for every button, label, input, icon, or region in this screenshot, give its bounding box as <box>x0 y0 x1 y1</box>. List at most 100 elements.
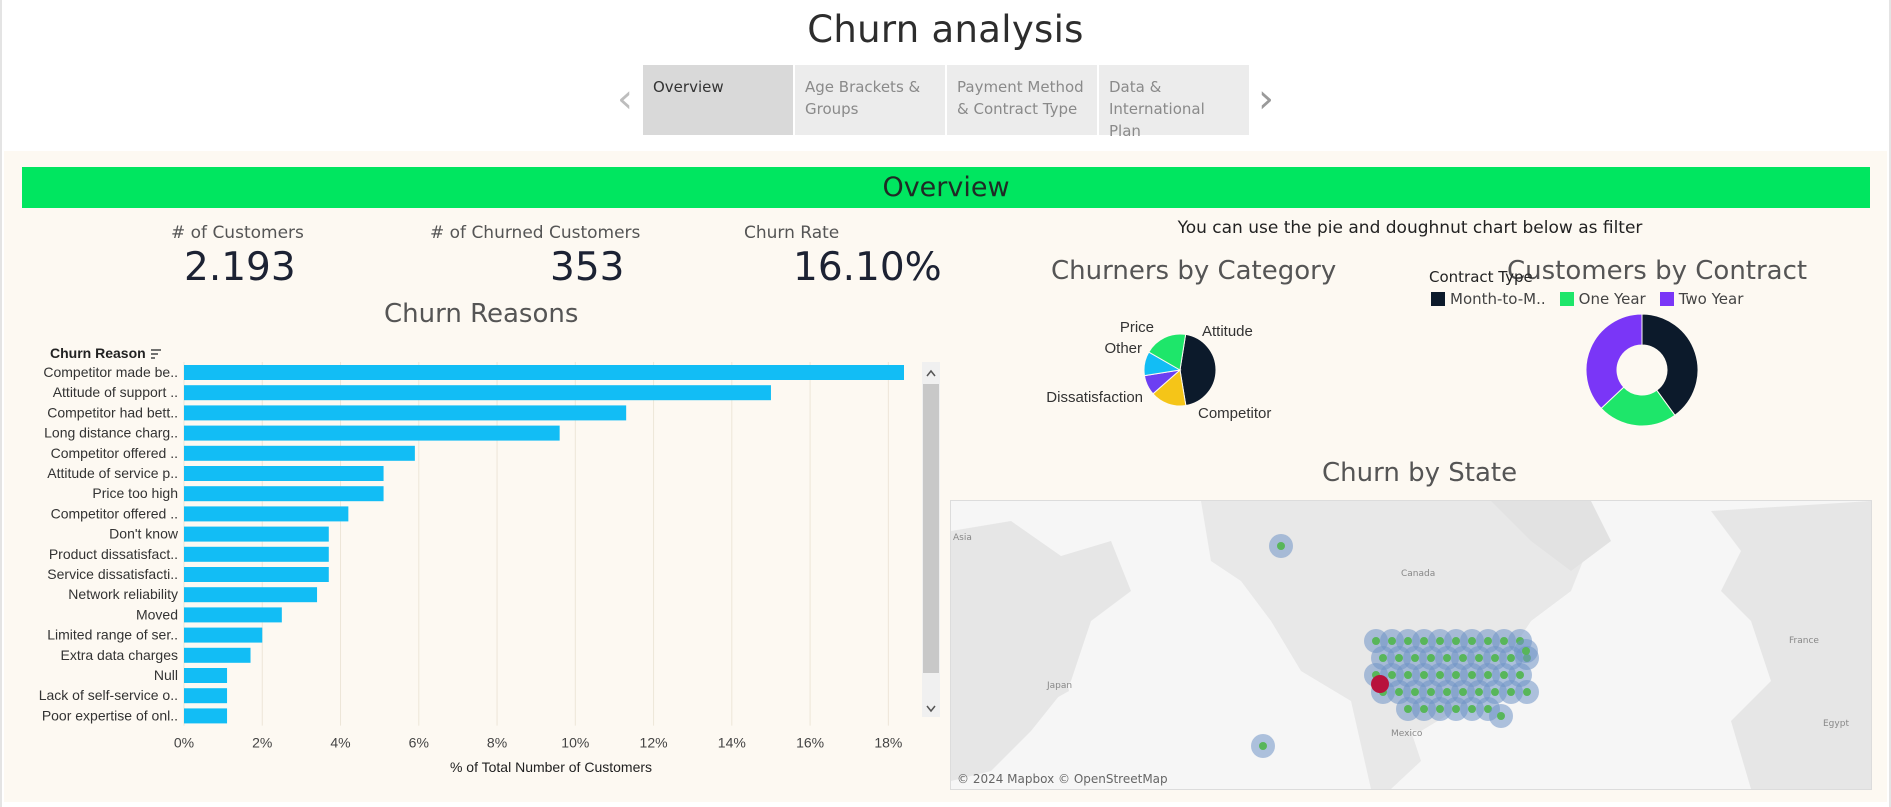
state-marker[interactable] <box>1459 688 1467 696</box>
legend-item-one-year[interactable]: One Year <box>1559 290 1646 308</box>
churn-reason-header[interactable]: Churn Reason <box>50 345 146 361</box>
state-marker[interactable] <box>1411 688 1419 696</box>
category-slice-label: Dissatisfaction <box>1046 389 1143 406</box>
legend-label: One Year <box>1578 290 1646 308</box>
state-marker[interactable] <box>1452 671 1460 679</box>
state-marker[interactable] <box>1388 637 1396 645</box>
state-marker[interactable] <box>1484 637 1492 645</box>
churn-reason-bar[interactable] <box>184 688 228 704</box>
state-marker[interactable] <box>1522 647 1530 655</box>
state-marker[interactable] <box>1452 705 1460 713</box>
state-marker[interactable] <box>1468 705 1476 713</box>
churners-by-category-pie[interactable]: Competitor Dissatisfaction Other Price Attit… <box>1030 310 1310 440</box>
state-marker[interactable] <box>1452 637 1460 645</box>
category-slice[interactable] <box>1179 333 1217 407</box>
churn-reason-bar[interactable] <box>184 708 228 724</box>
state-marker[interactable] <box>1395 688 1403 696</box>
state-marker[interactable] <box>1468 637 1476 645</box>
kpi-churn-rate-value: 16.10% <box>793 245 942 290</box>
legend-label: Month-to-M.. <box>1450 290 1546 308</box>
state-marker[interactable] <box>1427 688 1435 696</box>
state-marker[interactable] <box>1277 542 1285 550</box>
churn-by-state-map[interactable]: Canada Japan Mexico France Egypt Asia © … <box>950 500 1872 790</box>
churn-reason-bar[interactable] <box>184 385 771 401</box>
vertical-scrollbar[interactable] <box>922 362 940 717</box>
category-label: Don't know <box>109 526 179 542</box>
sort-icon[interactable] <box>151 349 161 359</box>
legend-swatch <box>1659 292 1674 306</box>
state-marker[interactable] <box>1475 654 1483 662</box>
state-marker[interactable] <box>1497 712 1505 720</box>
contract-title: Customers by Contract <box>1507 256 1808 286</box>
churn-reason-bar[interactable] <box>184 546 329 562</box>
tab-scroll-right-icon[interactable]: › <box>1251 79 1281 120</box>
kpi-churned-value: 353 <box>550 245 625 290</box>
churn-reason-bar[interactable] <box>184 506 349 522</box>
state-marker[interactable] <box>1516 671 1524 679</box>
state-marker[interactable] <box>1443 688 1451 696</box>
churn-reason-bar[interactable] <box>184 587 318 603</box>
map-attribution[interactable]: © 2024 Mapbox © OpenStreetMap <box>957 772 1168 786</box>
state-marker[interactable] <box>1436 705 1444 713</box>
churn-reason-bar[interactable] <box>184 445 415 461</box>
state-marker[interactable] <box>1459 654 1467 662</box>
window-border-left <box>0 0 2 807</box>
map-canvas[interactable] <box>951 501 1871 789</box>
state-marker[interactable] <box>1475 688 1483 696</box>
churn-reason-bar[interactable] <box>184 567 329 582</box>
churn-reason-bar[interactable] <box>184 486 384 502</box>
kpi-customers-label: # of Customers <box>171 223 304 243</box>
state-marker[interactable] <box>1420 705 1428 713</box>
state-marker[interactable] <box>1420 637 1428 645</box>
state-marker[interactable] <box>1436 671 1444 679</box>
x-tick-label: 10% <box>561 735 589 751</box>
legend-item-two-year[interactable]: Two Year <box>1659 290 1743 308</box>
category-title: Churners by Category <box>1051 256 1337 286</box>
state-marker[interactable] <box>1388 671 1396 679</box>
churn-reason-bar[interactable] <box>184 647 251 663</box>
state-marker[interactable] <box>1259 742 1267 750</box>
churn-reason-bar[interactable] <box>184 405 627 421</box>
churn-reason-bar[interactable] <box>184 627 263 643</box>
tab-age-brackets[interactable]: Age Brackets & Groups <box>795 65 945 135</box>
state-marker[interactable] <box>1500 637 1508 645</box>
state-marker[interactable] <box>1427 654 1435 662</box>
churn-reason-bar[interactable] <box>184 607 282 623</box>
state-marker[interactable] <box>1491 688 1499 696</box>
state-marker[interactable] <box>1404 671 1412 679</box>
state-marker[interactable] <box>1379 654 1387 662</box>
state-marker[interactable] <box>1468 671 1476 679</box>
state-marker[interactable] <box>1523 688 1531 696</box>
customers-by-contract-donut[interactable] <box>1580 310 1720 430</box>
state-marker[interactable] <box>1404 705 1412 713</box>
churn-reason-bar[interactable] <box>184 365 904 380</box>
state-marker[interactable] <box>1507 688 1515 696</box>
state-marker[interactable] <box>1484 671 1492 679</box>
state-marker[interactable] <box>1507 654 1515 662</box>
category-slice-label: Price <box>1120 319 1154 336</box>
asia-landmass <box>951 521 1131 781</box>
x-tick-label: 4% <box>330 735 350 751</box>
state-marker[interactable] <box>1404 637 1412 645</box>
churn-reason-bar[interactable] <box>184 526 329 542</box>
tab-scroll-left-icon[interactable]: ‹ <box>610 79 640 120</box>
tab-payment-contract[interactable]: Payment Method & Contract Type <box>947 65 1097 135</box>
state-marker[interactable] <box>1443 654 1451 662</box>
legend-swatch <box>1559 292 1574 306</box>
tab-overview[interactable]: Overview <box>643 65 793 135</box>
state-marker[interactable] <box>1500 671 1508 679</box>
churn-reason-bar[interactable] <box>184 425 560 441</box>
legend-item-month[interactable]: Month-to-M.. <box>1431 290 1546 308</box>
state-title: Churn by State <box>1322 458 1518 488</box>
state-marker[interactable] <box>1436 637 1444 645</box>
tab-data-international[interactable]: Data & International Plan <box>1099 65 1249 140</box>
state-marker[interactable] <box>1420 671 1428 679</box>
state-marker[interactable] <box>1395 654 1403 662</box>
churn-reason-bar[interactable] <box>184 668 228 683</box>
selected-state-marker[interactable] <box>1371 675 1389 693</box>
churn-reason-bar[interactable] <box>184 466 384 481</box>
state-marker[interactable] <box>1372 637 1380 645</box>
map-label-canada: Canada <box>1401 569 1436 579</box>
state-marker[interactable] <box>1411 654 1419 662</box>
state-marker[interactable] <box>1491 654 1499 662</box>
